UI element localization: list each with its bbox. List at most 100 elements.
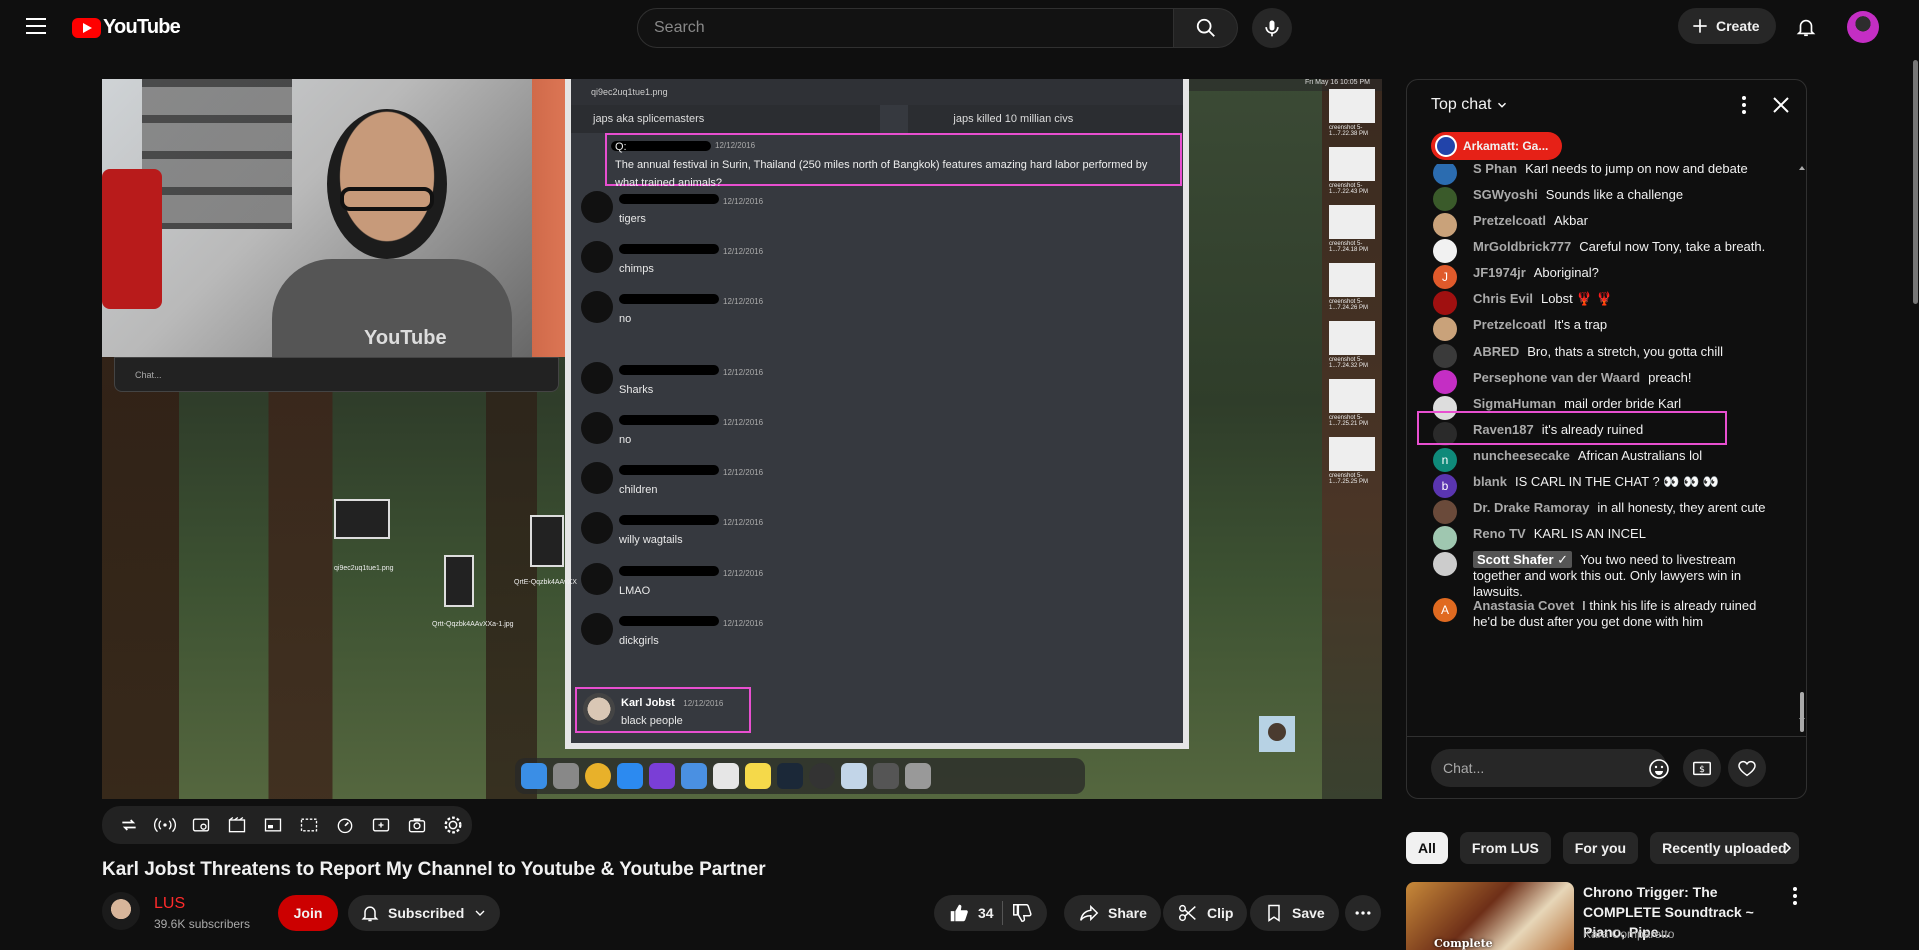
chat-avatar[interactable]: [1433, 500, 1457, 524]
share-button[interactable]: Share: [1064, 895, 1161, 931]
chat-author[interactable]: Pretzelcoatl: [1473, 213, 1546, 228]
save-label: Save: [1292, 905, 1325, 921]
thumbs-up-icon[interactable]: [948, 902, 970, 924]
svg-text:$: $: [1699, 764, 1705, 775]
chat-author[interactable]: SGWyoshi: [1473, 187, 1538, 202]
thumbs-down-icon[interactable]: [1011, 902, 1033, 924]
chat-avatar[interactable]: [1433, 164, 1457, 185]
chat-author[interactable]: JF1974jr: [1473, 265, 1526, 280]
chat-avatar[interactable]: [1433, 291, 1457, 315]
mac-dock: [515, 758, 1085, 794]
notes-icon: [745, 763, 771, 789]
chat-more-icon[interactable]: [1732, 93, 1756, 117]
stats-icon[interactable]: [186, 810, 216, 840]
chat-author[interactable]: Pretzelcoatl: [1473, 317, 1546, 332]
menu-icon[interactable]: [22, 14, 50, 38]
filter-chip[interactable]: All: [1406, 832, 1448, 864]
chat-avatar[interactable]: b: [1433, 474, 1457, 498]
desktop-file-icon: [334, 499, 390, 539]
clip-button[interactable]: Clip: [1163, 895, 1248, 931]
video-player[interactable]: Fri May 16 10:05 PM YouTube Chat... qi9e…: [102, 79, 1382, 799]
channel-avatar[interactable]: [102, 892, 140, 930]
chat-avatar[interactable]: n: [1433, 448, 1457, 472]
redacted-avatar: [581, 241, 613, 273]
chat-author[interactable]: Reno TV: [1473, 526, 1526, 541]
webcam-glasses: [340, 187, 434, 211]
heart-button[interactable]: [1728, 749, 1766, 787]
chevron-right-icon[interactable]: [1771, 832, 1803, 864]
chat-avatar[interactable]: [1433, 526, 1457, 550]
recommended-video-thumbnail[interactable]: Complete: [1406, 882, 1574, 950]
recommended-video-channel[interactable]: Kara Comparetto: [1583, 927, 1674, 941]
chat-author[interactable]: Dr. Drake Ramoray: [1473, 500, 1589, 515]
voice-search-button[interactable]: [1252, 8, 1292, 48]
save-button[interactable]: Save: [1250, 895, 1339, 931]
chat-avatar[interactable]: J: [1433, 265, 1457, 289]
chat-avatar[interactable]: A: [1433, 598, 1457, 622]
chat-author[interactable]: blank: [1473, 474, 1507, 489]
screenshot-icon[interactable]: [402, 810, 432, 840]
message-text: children: [619, 484, 658, 496]
add-clip-icon[interactable]: [366, 810, 396, 840]
youtube-logo[interactable]: YouTube: [72, 16, 181, 39]
super-chat-button[interactable]: $: [1683, 749, 1721, 787]
speed-icon[interactable]: [330, 810, 360, 840]
desktop-screenshot-thumb: [1329, 205, 1375, 239]
chat-avatar[interactable]: [1433, 317, 1457, 341]
chat-author[interactable]: MrGoldbrick777: [1473, 239, 1571, 254]
chat-author[interactable]: nuncheesecake: [1473, 448, 1570, 463]
search-button[interactable]: [1174, 8, 1238, 48]
chat-avatar[interactable]: [1433, 370, 1457, 394]
create-button[interactable]: Create: [1678, 8, 1776, 44]
desktop-screenshot-thumb: [1329, 263, 1375, 297]
desktop-screenshot-label: creenshot 5-1...7.22.38 PM: [1329, 125, 1369, 137]
share-label: Share: [1108, 905, 1147, 921]
like-count[interactable]: 34: [978, 905, 994, 921]
redacted-name: [619, 515, 719, 525]
karl-date: 12/12/2016: [683, 699, 724, 708]
chat-author[interactable]: Anastasia Covet: [1473, 598, 1574, 613]
search-input[interactable]: [637, 8, 1174, 48]
subscribed-button[interactable]: Subscribed: [348, 895, 501, 931]
join-button[interactable]: Join: [278, 895, 338, 931]
chat-avatar[interactable]: [1433, 187, 1457, 211]
chat-avatar[interactable]: [1433, 552, 1457, 576]
cinema-mode-icon[interactable]: [222, 810, 252, 840]
imovie-icon: [649, 763, 675, 789]
filter-chip[interactable]: For you: [1562, 832, 1639, 864]
chat-author[interactable]: SigmaHuman: [1473, 396, 1556, 411]
notifications-button[interactable]: [1789, 10, 1823, 44]
chat-author[interactable]: Chris Evil: [1473, 291, 1533, 306]
loop-icon[interactable]: [114, 810, 144, 840]
more-vertical-icon[interactable]: [1787, 884, 1803, 908]
desktop-file-label-2: Qrtt-Qqzbk4AAvXXa-1.jpg: [432, 621, 514, 628]
miniplayer-icon[interactable]: [294, 810, 324, 840]
settings-gear-icon[interactable]: [438, 810, 468, 840]
chat-scrollbar[interactable]: [1799, 164, 1805, 724]
chat-avatar[interactable]: [1433, 213, 1457, 237]
chat-author[interactable]: Scott Shafer ✓: [1473, 551, 1573, 568]
chat-input[interactable]: [1431, 749, 1667, 787]
chat-author[interactable]: ABRED: [1473, 344, 1519, 359]
search-bar: [637, 8, 1238, 48]
more-actions-button[interactable]: [1345, 895, 1381, 931]
message-text: no: [619, 434, 632, 446]
picture-in-picture-icon[interactable]: [258, 810, 288, 840]
chat-avatar[interactable]: [1433, 344, 1457, 368]
account-avatar[interactable]: [1847, 11, 1879, 43]
discord-message: 12/12/2016 children: [581, 462, 763, 496]
pinned-message[interactable]: Arkamatt: Ga...: [1431, 132, 1563, 160]
chat-author[interactable]: Persephone van der Waard: [1473, 370, 1640, 385]
chat-author[interactable]: S Phan: [1473, 164, 1517, 176]
chat-scroll-thumb[interactable]: [1800, 692, 1804, 732]
redacted-name: [619, 415, 719, 425]
emoji-icon[interactable]: [1645, 755, 1673, 783]
close-icon[interactable]: [1769, 93, 1793, 117]
filter-chip[interactable]: From LUS: [1459, 832, 1551, 864]
chat-avatar[interactable]: [1433, 239, 1457, 263]
broadcast-icon[interactable]: [150, 810, 180, 840]
channel-name[interactable]: LUS: [154, 895, 185, 913]
chat-mode-dropdown[interactable]: Top chat: [1431, 96, 1509, 114]
page-scroll-thumb[interactable]: [1913, 60, 1918, 304]
redacted-name: [619, 194, 719, 204]
